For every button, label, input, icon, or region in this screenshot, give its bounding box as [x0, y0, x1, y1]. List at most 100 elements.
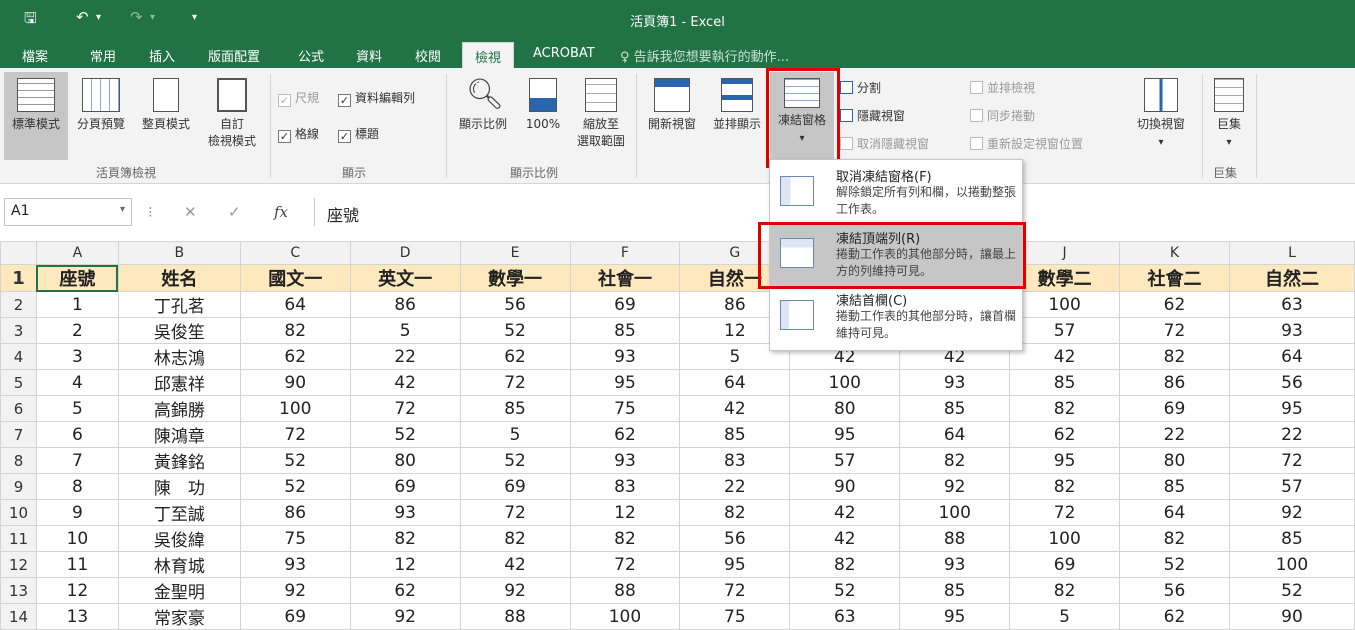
cell[interactable]: 82 — [459, 525, 571, 552]
column-header[interactable]: F — [569, 241, 681, 265]
row-header[interactable]: 2 — [0, 291, 37, 318]
cell[interactable]: 52 — [1119, 551, 1230, 578]
cell[interactable]: 56 — [1119, 577, 1230, 604]
cell[interactable]: 64 — [679, 369, 791, 396]
formula-bar-checkbox[interactable]: ✓ 資料編輯列 — [338, 90, 415, 107]
sync-scroll-button[interactable]: 同步捲動 — [970, 108, 1035, 124]
normal-view-button[interactable]: 標準模式 — [4, 72, 68, 160]
cell[interactable]: 69 — [1119, 395, 1230, 422]
page-layout-view-button[interactable]: 整頁模式 — [134, 72, 198, 160]
cell[interactable]: 95 — [1228, 395, 1355, 422]
cell[interactable]: 56 — [679, 525, 791, 552]
cell[interactable]: 83 — [679, 447, 791, 474]
cell[interactable]: 邱憲祥 — [117, 369, 241, 396]
cell[interactable]: 5 — [349, 317, 461, 344]
cell[interactable]: 86 — [349, 291, 461, 318]
column-header[interactable]: E — [459, 241, 571, 265]
cell[interactable]: 69 — [1009, 551, 1121, 578]
cell[interactable]: 52 — [459, 447, 571, 474]
cell[interactable]: 75 — [569, 395, 681, 422]
cell[interactable]: 69 — [569, 291, 681, 318]
cell[interactable]: 100 — [239, 395, 351, 422]
header-cell[interactable]: 國文一 — [239, 264, 351, 292]
cell[interactable]: 63 — [1228, 291, 1355, 318]
cell[interactable]: 85 — [569, 317, 681, 344]
cell[interactable]: 高錦勝 — [117, 395, 241, 422]
cell[interactable]: 11 — [35, 551, 119, 578]
page-break-preview-button[interactable]: 分頁預覽 — [70, 72, 132, 160]
custom-views-button[interactable]: 自訂 檢視模式 — [200, 72, 264, 160]
cell[interactable]: 82 — [1009, 395, 1121, 422]
cell[interactable]: 72 — [459, 499, 571, 526]
cell[interactable]: 92 — [1228, 499, 1355, 526]
cell[interactable]: 93 — [349, 499, 461, 526]
cell[interactable]: 93 — [1228, 317, 1355, 344]
cell[interactable]: 57 — [1009, 317, 1121, 344]
enter-check-icon[interactable]: ✓ — [228, 203, 241, 221]
cell[interactable]: 72 — [569, 551, 681, 578]
column-header[interactable]: K — [1119, 241, 1230, 265]
cell[interactable]: 93 — [239, 551, 351, 578]
cell[interactable]: 69 — [349, 473, 461, 500]
column-header[interactable]: B — [117, 241, 241, 265]
cell[interactable]: 62 — [1119, 291, 1230, 318]
cell[interactable]: 10 — [35, 525, 119, 552]
cell[interactable]: 5 — [459, 421, 571, 448]
row-header[interactable]: 5 — [0, 369, 37, 396]
cell[interactable]: 22 — [349, 343, 461, 370]
cell[interactable]: 72 — [459, 369, 571, 396]
tab-page-layout[interactable]: 版面配置 — [208, 46, 260, 65]
zoom-100-button[interactable]: 100% — [518, 72, 568, 160]
cell[interactable]: 92 — [239, 577, 351, 604]
tab-home[interactable]: 常用 — [90, 46, 116, 65]
cell[interactable]: 92 — [459, 577, 571, 604]
cell[interactable]: 82 — [1009, 473, 1121, 500]
cell[interactable]: 88 — [899, 525, 1011, 552]
cell[interactable]: 93 — [569, 447, 681, 474]
cell[interactable]: 82 — [899, 447, 1011, 474]
cell[interactable]: 75 — [239, 525, 351, 552]
row-header[interactable]: 8 — [0, 447, 37, 474]
cell[interactable]: 56 — [1228, 369, 1355, 396]
hide-window-button[interactable]: 隱藏視窗 — [840, 108, 905, 124]
cell[interactable]: 7 — [35, 447, 119, 474]
row-header[interactable]: 9 — [0, 473, 37, 500]
ruler-checkbox[interactable]: ✓ 尺規 — [278, 90, 319, 107]
header-cell[interactable]: 英文一 — [349, 264, 461, 292]
header-cell[interactable]: 社會二 — [1119, 264, 1230, 292]
column-header[interactable]: J — [1009, 241, 1121, 265]
cell[interactable]: 82 — [1009, 577, 1121, 604]
cell[interactable]: 52 — [239, 473, 351, 500]
cell[interactable]: 62 — [569, 421, 681, 448]
cell[interactable]: 72 — [1119, 317, 1230, 344]
cell[interactable]: 82 — [569, 525, 681, 552]
cell[interactable]: 1 — [35, 291, 119, 318]
cell[interactable]: 4 — [35, 369, 119, 396]
cell[interactable]: 62 — [459, 343, 571, 370]
cell[interactable]: 3 — [35, 343, 119, 370]
cell[interactable]: 57 — [789, 447, 901, 474]
cell[interactable]: 22 — [1119, 421, 1230, 448]
cell[interactable]: 62 — [1009, 421, 1121, 448]
cell[interactable]: 5 — [35, 395, 119, 422]
column-header[interactable]: A — [35, 241, 119, 265]
cell[interactable]: 42 — [789, 525, 901, 552]
cell[interactable]: 95 — [569, 369, 681, 396]
freeze-panes-button[interactable]: 凍結窗格 ▾ — [770, 72, 834, 160]
cell[interactable]: 52 — [239, 447, 351, 474]
cell[interactable]: 陳鴻章 — [117, 421, 241, 448]
cell[interactable]: 62 — [239, 343, 351, 370]
cell[interactable]: 90 — [789, 473, 901, 500]
cell[interactable]: 52 — [459, 317, 571, 344]
header-cell[interactable]: 自然二 — [1228, 264, 1355, 292]
cell[interactable]: 56 — [459, 291, 571, 318]
cell[interactable]: 72 — [679, 577, 791, 604]
unhide-window-button[interactable]: 取消隱藏視窗 — [840, 136, 929, 152]
tab-acrobat[interactable]: ACROBAT — [533, 46, 595, 61]
zoom-button[interactable]: 🔍︎ 顯示比例 — [450, 72, 516, 160]
split-button[interactable]: 分割 — [840, 80, 881, 96]
cell[interactable]: 85 — [459, 395, 571, 422]
cell[interactable]: 93 — [569, 343, 681, 370]
cell[interactable]: 72 — [1228, 447, 1355, 474]
cell[interactable]: 80 — [1119, 447, 1230, 474]
